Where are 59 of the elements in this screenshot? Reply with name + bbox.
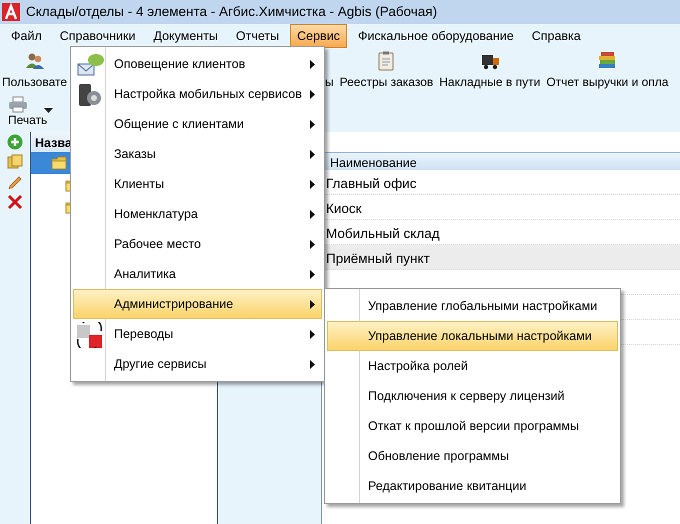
menu-item[interactable]: Откат к прошлой версии программы xyxy=(327,411,618,441)
add-icon xyxy=(7,134,23,150)
submenu-arrow-icon xyxy=(310,120,315,128)
phone-gear-icon xyxy=(76,82,104,108)
menu-item[interactable]: Аналитика xyxy=(73,259,322,289)
toolbar-button[interactable]: ы xyxy=(322,51,337,91)
column-header[interactable]: Наименование xyxy=(322,152,680,170)
menu-item[interactable]: Отчеты xyxy=(228,24,286,48)
printer-icon xyxy=(8,96,28,113)
caret-icon xyxy=(44,108,53,113)
submenu-arrow-icon xyxy=(310,60,315,68)
app-logo-icon xyxy=(2,3,20,21)
toolbar-button[interactable]: Пользовате xyxy=(0,51,70,91)
menu-item[interactable]: Управление локальными настройками xyxy=(327,321,618,351)
menu-item[interactable]: Сервис xyxy=(290,24,347,48)
print-button[interactable]: Печать xyxy=(6,96,56,128)
menu-item[interactable]: Управление глобальными настройками xyxy=(327,291,618,321)
users-icon xyxy=(24,51,44,71)
menu-item[interactable]: Подключения к серверу лицензий xyxy=(327,381,618,411)
translate-icon xyxy=(76,322,104,348)
menu-item[interactable]: Другие сервисы xyxy=(73,349,322,379)
submenu-arrow-icon xyxy=(310,270,315,278)
pencil-icon xyxy=(7,174,23,190)
menu-item[interactable]: Переводы xyxy=(73,319,322,349)
menu-item[interactable]: Рабочее место xyxy=(73,229,322,259)
menu-item[interactable]: Настройка ролей xyxy=(327,351,618,381)
window-title: Склады/отделы - 4 элемента - Агбис.Химчистка - Agbis (Рабочая) xyxy=(26,2,438,21)
submenu-arrow-icon xyxy=(310,210,315,218)
menu-item[interactable]: Общение с клиентами xyxy=(73,109,322,139)
sms-envelope-icon xyxy=(76,52,104,78)
table-row[interactable]: Приёмный пункт xyxy=(322,245,680,270)
menu-item[interactable]: Справочники xyxy=(52,24,142,48)
submenu-arrow-icon xyxy=(310,240,315,248)
submenu-arrow-icon xyxy=(310,150,315,158)
menu-item[interactable]: Оповещение клиентов xyxy=(73,49,322,79)
menu-item[interactable]: Администрирование xyxy=(73,289,322,319)
menu-item[interactable]: Файл xyxy=(4,24,49,48)
toolbar-button[interactable]: Отчет выручки и опла xyxy=(543,51,672,91)
submenu-arrow-icon xyxy=(310,330,315,338)
submenu-arrow-icon xyxy=(310,180,315,188)
menu-item[interactable]: Редактирование квитанции xyxy=(327,471,618,501)
submenu-arrow-icon xyxy=(310,360,315,368)
toolbar-button[interactable]: Накладные в пути xyxy=(436,51,544,91)
menu-item[interactable]: Заказы xyxy=(73,139,322,169)
folders-icon xyxy=(7,154,23,170)
submenu-arrow-icon xyxy=(310,300,315,308)
menu-item[interactable]: Справка xyxy=(524,24,588,48)
delete-icon xyxy=(7,194,23,210)
books-icon xyxy=(597,51,618,71)
folder-icon xyxy=(51,155,67,171)
menu-item[interactable]: Номенклатура xyxy=(73,199,322,229)
clipboard-icon xyxy=(376,51,396,71)
menu-item[interactable]: Клиенты xyxy=(73,169,322,199)
menu-item[interactable]: Настройка мобильных сервисов xyxy=(73,79,322,109)
menu-item[interactable]: Фискальное оборудование xyxy=(350,24,521,48)
toolbar-button[interactable]: Реестры заказов xyxy=(336,51,436,91)
menu-item[interactable]: Обновление программы xyxy=(327,441,618,471)
menu-item[interactable]: Документы xyxy=(146,24,225,48)
submenu-arrow-icon xyxy=(310,90,315,98)
